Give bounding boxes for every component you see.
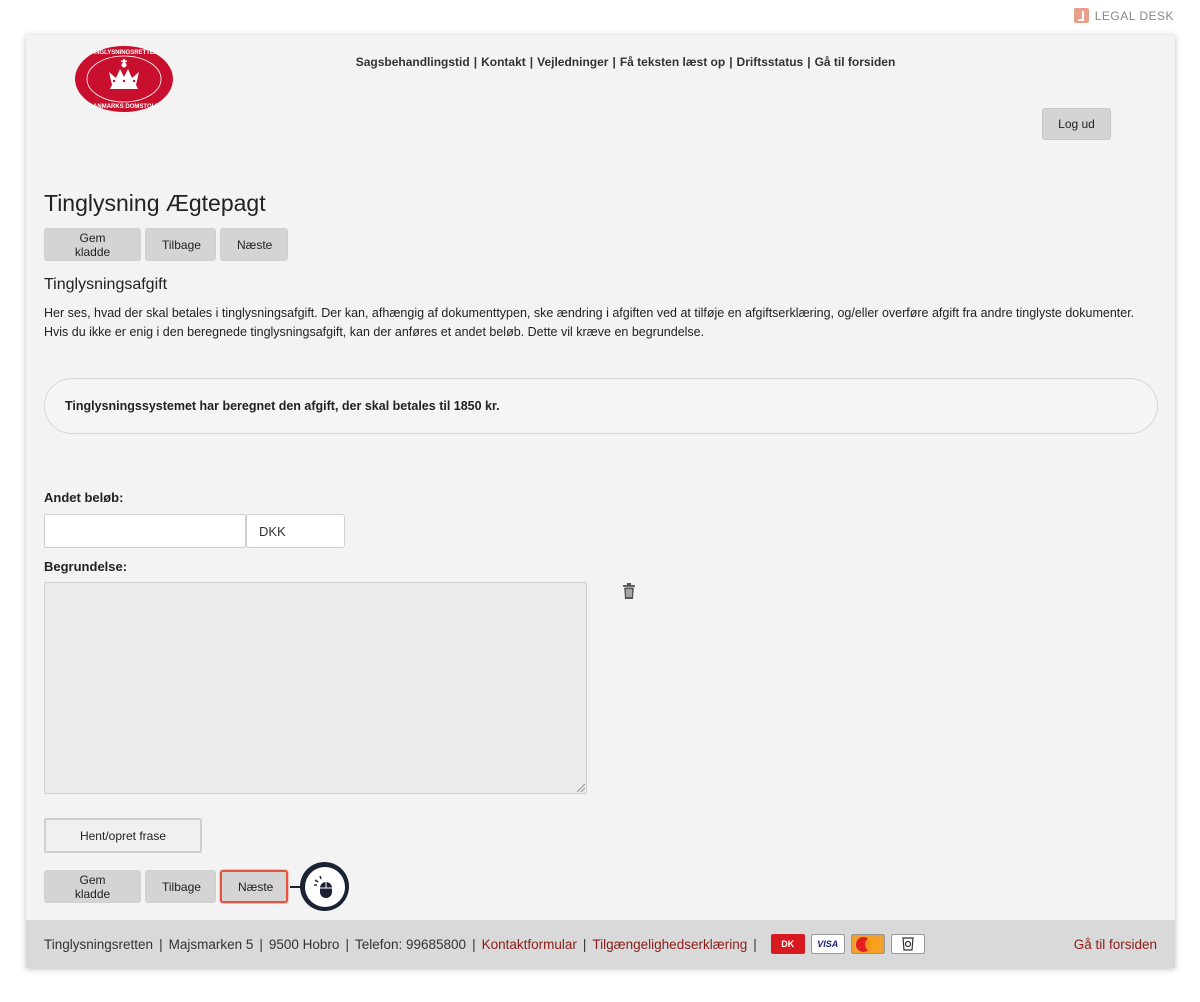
section-title: Tinglysningsafgift	[44, 276, 168, 293]
click-indicator	[300, 862, 349, 911]
footer-separator: |	[582, 936, 587, 952]
legal-desk-brand: LEGAL DESK	[1073, 8, 1174, 23]
nav-separator: |	[807, 55, 811, 69]
mouse-click-icon	[313, 875, 332, 898]
dankort-card-icon: DK	[770, 934, 805, 954]
fetch-phrase-button[interactable]: Hent/opret frase	[44, 818, 202, 853]
section-description: Her ses, hvad der skal betales i tinglys…	[44, 306, 1135, 339]
nav-home[interactable]: Gå til forsiden	[815, 55, 896, 69]
main-content: Tinglysning Ægtepagt Gem kladde Tilbage …	[44, 190, 1158, 911]
nav-separator: |	[612, 55, 616, 69]
trash-icon[interactable]	[623, 583, 635, 599]
legal-desk-label: LEGAL DESK	[1094, 8, 1174, 23]
visa-card-icon: VISA	[810, 934, 845, 954]
footer-city: 9500 Hobro	[268, 936, 340, 952]
other-amount-input[interactable]	[44, 514, 246, 548]
click-indicator-inner	[304, 866, 345, 907]
next-button-bottom[interactable]: Næste	[220, 870, 288, 903]
page: TINGLYSNINGSRETTEN DANMARKS DOMSTOLE Sag…	[26, 35, 1175, 968]
nav-separator: |	[729, 55, 733, 69]
footer-phone: Telefon: 99685800	[354, 936, 467, 952]
footer-separator: |	[753, 936, 757, 952]
header: TINGLYSNINGSRETTEN DANMARKS DOMSTOLE Sag…	[26, 35, 1175, 150]
top-navigation: Sagsbehandlingstid | Kontakt | Vejledninger |…	[26, 55, 1175, 69]
footer-separator: |	[472, 936, 476, 952]
footer-org: Tinglysningsretten	[44, 936, 154, 952]
nav-vejledninger[interactable]: Vejledninger	[537, 55, 608, 69]
seal-text-bottom: DANMARKS DOMSTOLE	[89, 104, 160, 110]
mastercard-card-icon	[850, 934, 885, 954]
bottom-button-row: Gem kladde Tilbage Næste	[44, 870, 288, 903]
reason-label: Begrundelse:	[44, 559, 128, 574]
top-button-row: Gem kladde Tilbage Næste	[44, 228, 1158, 261]
next-button-top[interactable]: Næste	[220, 228, 288, 261]
footer: Tinglysningsretten | Majsmarken 5 | 9500…	[26, 920, 1175, 968]
page-title: Tinglysning Ægtepagt	[44, 190, 266, 216]
nav-driftsstatus[interactable]: Driftsstatus	[737, 55, 804, 69]
nav-separator: |	[473, 55, 478, 69]
footer-home-link[interactable]: Gå til forsiden	[1074, 937, 1157, 952]
footer-separator: |	[259, 936, 263, 952]
other-amount-label: Andet beløb:	[44, 490, 124, 505]
footer-address: Majsmarken 5	[168, 936, 254, 952]
nav-separator: |	[529, 55, 534, 69]
secure-id-icon	[890, 934, 925, 954]
save-draft-button-bottom[interactable]: Gem kladde	[44, 870, 141, 903]
shield-gear-icon	[902, 937, 914, 951]
payment-cards: DK VISA	[770, 934, 925, 954]
legal-desk-logo-icon	[1073, 8, 1089, 23]
logout-button[interactable]: Log ud	[1042, 108, 1111, 140]
calculated-fee-info: Tinglysningssystemet har beregnet den af…	[44, 378, 1158, 434]
reason-textarea[interactable]	[44, 582, 587, 794]
footer-separator: |	[345, 936, 349, 952]
nav-kontakt[interactable]: Kontakt	[481, 55, 526, 69]
back-button-top[interactable]: Tilbage	[145, 228, 216, 261]
nav-read-aloud[interactable]: Få teksten læst op	[620, 55, 725, 69]
save-draft-button-top[interactable]: Gem kladde	[44, 228, 141, 261]
nav-sagsbehandlingstid[interactable]: Sagsbehandlingstid	[356, 55, 470, 69]
resize-handle-icon[interactable]	[577, 784, 585, 792]
back-button-bottom[interactable]: Tilbage	[145, 870, 216, 903]
currency-label: DKK	[246, 514, 345, 548]
footer-separator: |	[159, 936, 163, 952]
accessibility-statement-link[interactable]: Tilgængelighedserklæring	[592, 937, 747, 952]
contact-form-link[interactable]: Kontaktformular	[482, 937, 577, 952]
